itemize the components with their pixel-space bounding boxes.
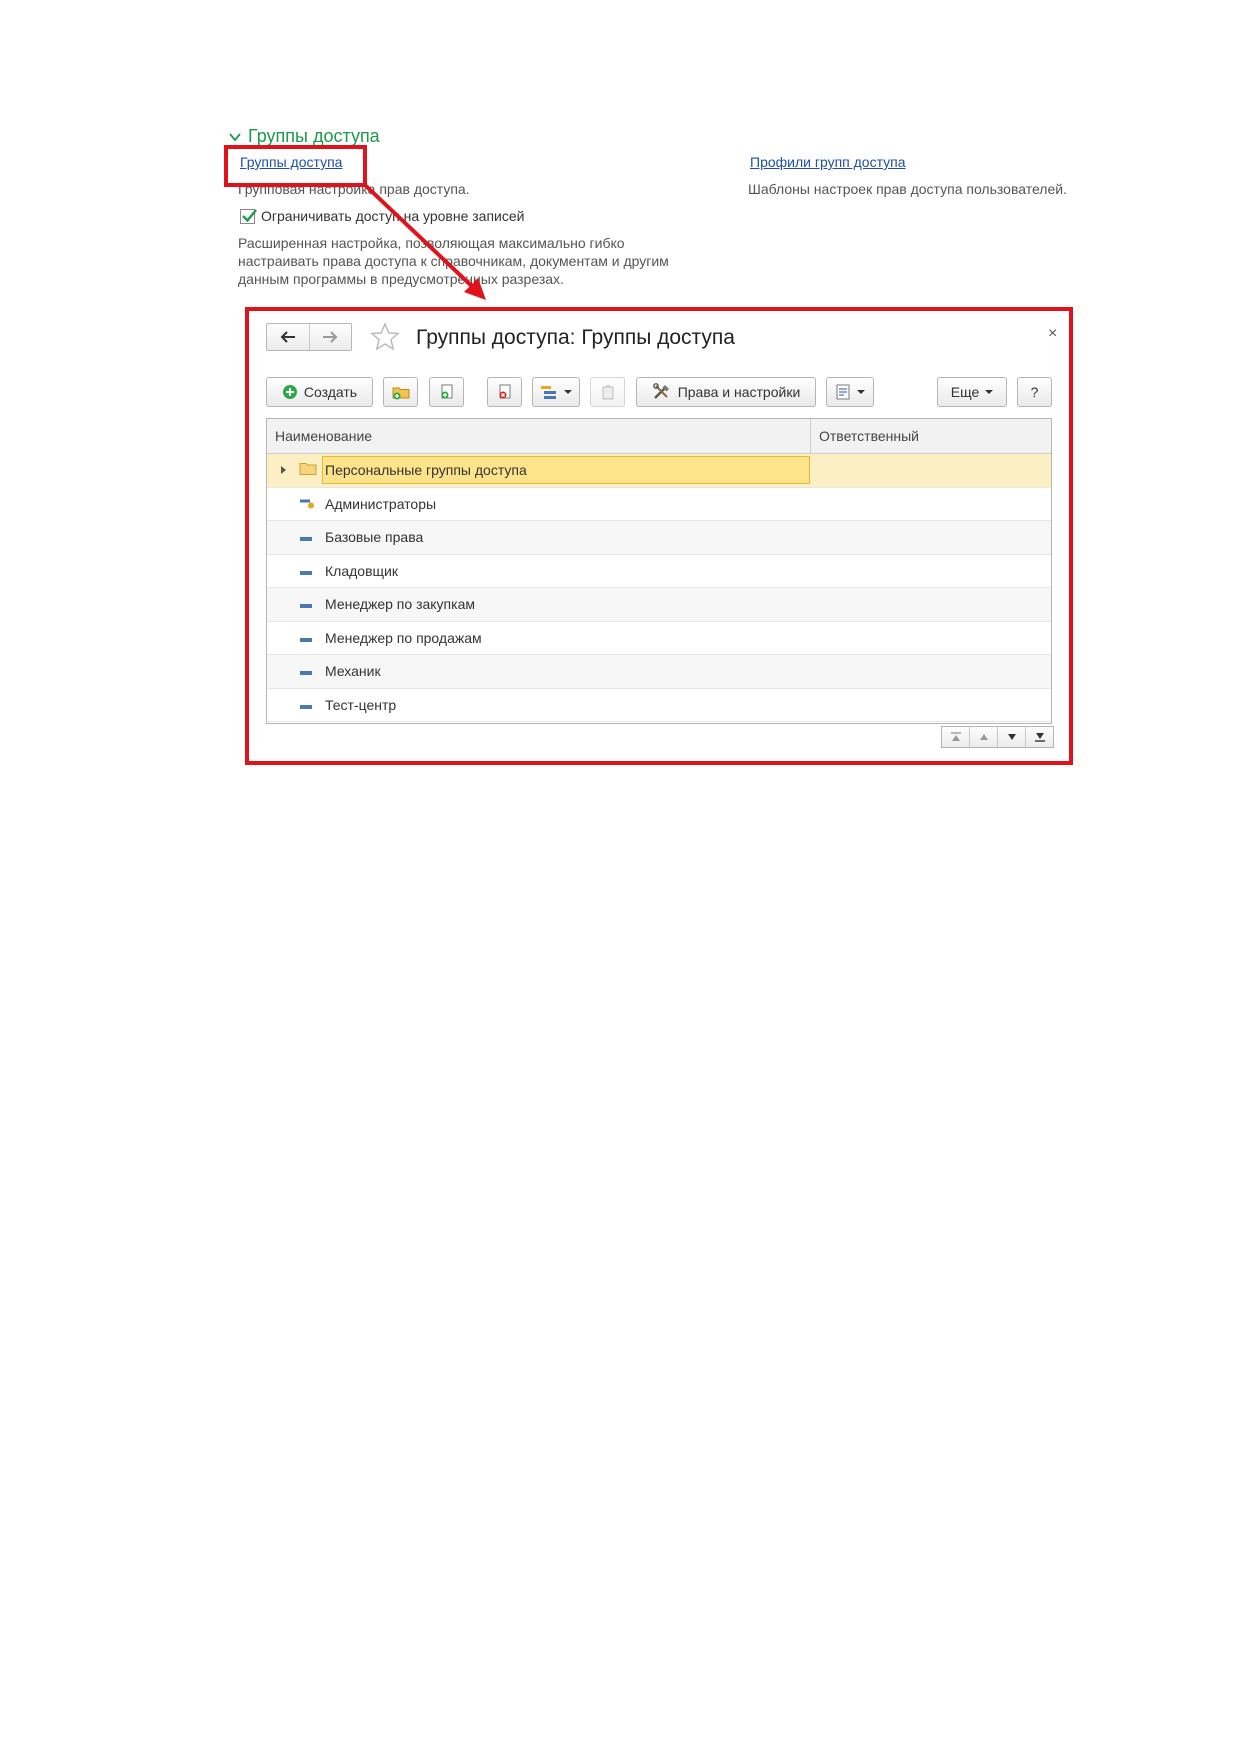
section-header[interactable]: Группы доступа xyxy=(228,126,380,147)
record-level-restriction-checkbox[interactable] xyxy=(240,208,257,224)
section-title: Группы доступа xyxy=(248,126,380,146)
access-group-profiles-description: Шаблоны настроек прав доступа пользовате… xyxy=(748,181,1067,197)
highlight-box-link xyxy=(224,145,367,187)
checkmark-icon xyxy=(242,208,257,222)
access-group-profiles-link[interactable]: Профили групп доступа xyxy=(750,154,906,170)
highlight-box-window xyxy=(245,307,1073,765)
pointer-arrow-icon xyxy=(364,184,486,300)
chevron-down-icon xyxy=(229,132,241,141)
